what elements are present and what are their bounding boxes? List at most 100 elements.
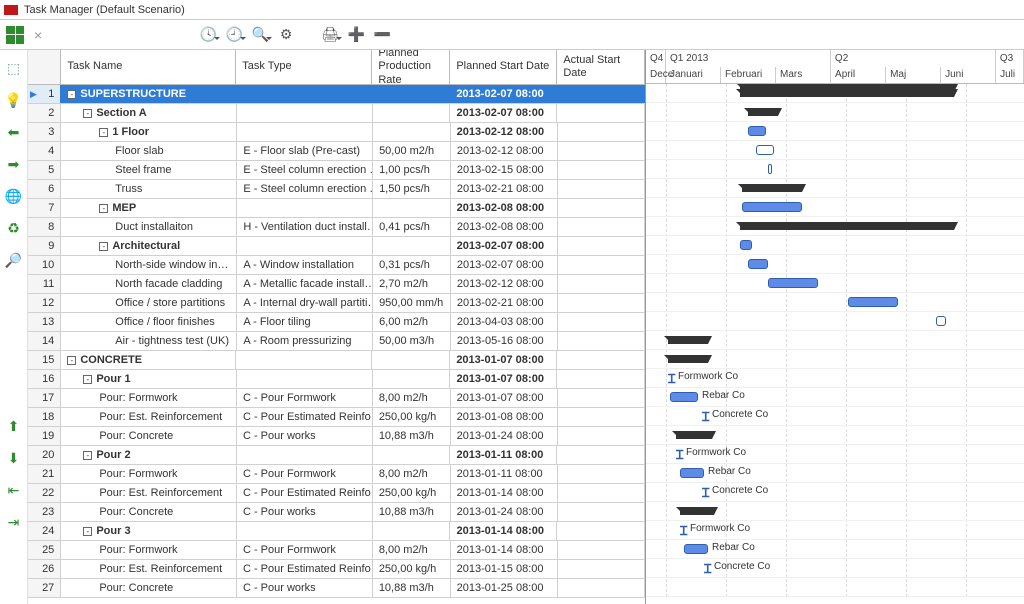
task-row[interactable]: 18Pour: Est. ReinforcementC - Pour Estim… xyxy=(28,408,645,427)
search-button[interactable]: 🔍 xyxy=(250,25,270,45)
tree-toggle-icon[interactable]: - xyxy=(99,242,108,251)
tree-toggle-icon[interactable]: - xyxy=(83,109,92,118)
milestone-tick[interactable]: Ꮖ xyxy=(704,562,712,577)
gantt-row[interactable]: ᏆFormwork Co xyxy=(646,369,1024,388)
summary-bar[interactable] xyxy=(748,108,778,116)
vtool-outdent-icon[interactable]: ⇤ xyxy=(4,480,24,500)
gantt-row[interactable]: Rebar Co xyxy=(646,388,1024,407)
task-row[interactable]: 21Pour: FormworkC - Pour Formwork8,00 m2… xyxy=(28,465,645,484)
task-row[interactable]: 12Office / store partitionsA - Internal … xyxy=(28,294,645,313)
col-header-start[interactable]: Planned Start Date xyxy=(450,50,557,84)
tree-toggle-icon[interactable]: - xyxy=(83,527,92,536)
gantt-row[interactable]: ᏆConcrete Co xyxy=(646,407,1024,426)
gantt-row[interactable] xyxy=(646,255,1024,274)
task-row[interactable]: 9-Architectural2013-02-07 08:00 xyxy=(28,237,645,256)
task-row[interactable]: 13Office / floor finishesA - Floor tilin… xyxy=(28,313,645,332)
tree-toggle-icon[interactable]: - xyxy=(83,375,92,384)
gantt-row[interactable]: Rebar Co xyxy=(646,540,1024,559)
gantt-row[interactable] xyxy=(646,84,1024,103)
vtool-light-icon[interactable]: 💡 xyxy=(4,90,24,110)
task-tree-button[interactable]: ⚙ xyxy=(276,25,296,45)
gantt-row[interactable] xyxy=(646,274,1024,293)
task-row[interactable]: 24-Pour 32013-01-14 08:00 xyxy=(28,522,645,541)
task-bar[interactable] xyxy=(670,392,698,402)
task-row[interactable]: 4Floor slabE - Floor slab (Pre-cast)50,0… xyxy=(28,142,645,161)
task-bar[interactable] xyxy=(680,468,704,478)
task-grid[interactable]: Task Name Task Type Planned Production R… xyxy=(28,50,646,604)
vtool-up-icon[interactable]: ⬆ xyxy=(4,416,24,436)
vtool-down-icon[interactable]: ⬇ xyxy=(4,448,24,468)
gantt-row[interactable] xyxy=(646,198,1024,217)
gantt-row[interactable] xyxy=(646,331,1024,350)
print-button[interactable]: 🖨 xyxy=(320,25,340,45)
summary-bar[interactable] xyxy=(740,222,954,230)
summary-bar[interactable] xyxy=(742,184,802,192)
clock-button[interactable]: 🕓 xyxy=(198,25,218,45)
gantt-row[interactable] xyxy=(646,293,1024,312)
gantt-row[interactable] xyxy=(646,179,1024,198)
milestone-tick[interactable]: Ꮖ xyxy=(702,410,710,425)
close-tab-icon[interactable]: × xyxy=(30,27,46,43)
summary-bar[interactable] xyxy=(680,507,714,515)
task-row[interactable]: 19Pour: ConcreteC - Pour works10,88 m3/h… xyxy=(28,427,645,446)
col-header-type[interactable]: Task Type xyxy=(236,50,372,84)
milestone-tick[interactable]: Ꮖ xyxy=(676,448,684,463)
col-header-row[interactable] xyxy=(28,50,61,84)
task-bar[interactable] xyxy=(740,240,752,250)
tree-toggle-icon[interactable]: - xyxy=(99,204,108,213)
gantt-chart[interactable]: Q4Q1 2013Q2Q3 DeceJanuariFebruariMarsApr… xyxy=(646,50,1024,604)
task-row[interactable]: 15-CONCRETE2013-01-07 08:00 xyxy=(28,351,645,370)
task-bar[interactable] xyxy=(848,297,898,307)
task-row[interactable]: 5Steel frameE - Steel column erection …1… xyxy=(28,161,645,180)
vtool-search-icon[interactable]: 🔎 xyxy=(4,250,24,270)
task-row[interactable]: 10North-side window in…A - Window instal… xyxy=(28,256,645,275)
view-grid-icon[interactable] xyxy=(6,26,24,44)
milestone-tick[interactable]: Ꮖ xyxy=(668,372,676,387)
task-row[interactable]: 11North facade claddingA - Metallic faca… xyxy=(28,275,645,294)
vtool-globe-icon[interactable]: 🌐 xyxy=(4,186,24,206)
task-row[interactable]: 26Pour: Est. ReinforcementC - Pour Estim… xyxy=(28,560,645,579)
task-bar[interactable] xyxy=(768,164,772,174)
summary-bar[interactable] xyxy=(668,355,708,363)
tree-toggle-icon[interactable]: - xyxy=(99,128,108,137)
gantt-row[interactable]: ᏆFormwork Co xyxy=(646,521,1024,540)
task-row[interactable]: 25Pour: FormworkC - Pour Formwork8,00 m2… xyxy=(28,541,645,560)
gantt-row[interactable]: ᏆConcrete Co xyxy=(646,559,1024,578)
vtool-indent-left[interactable]: ⬅ xyxy=(4,122,24,142)
task-bar[interactable] xyxy=(768,278,818,288)
add-task-button[interactable]: ➕ xyxy=(346,25,366,45)
task-bar[interactable] xyxy=(748,126,766,136)
vtool-indent-icon[interactable]: ⇥ xyxy=(4,512,24,532)
gantt-row[interactable] xyxy=(646,103,1024,122)
task-bar[interactable] xyxy=(684,544,708,554)
task-row[interactable]: 8Duct installaitonH - Ventilation duct i… xyxy=(28,218,645,237)
gantt-row[interactable] xyxy=(646,350,1024,369)
task-bar[interactable] xyxy=(756,145,774,155)
gantt-row[interactable] xyxy=(646,578,1024,597)
col-header-actual[interactable]: Actual Start Date xyxy=(557,50,645,84)
task-row[interactable]: 27Pour: ConcreteC - Pour works10,88 m3/h… xyxy=(28,579,645,598)
col-header-rate[interactable]: Planned Production Rate xyxy=(372,50,450,84)
gantt-row[interactable] xyxy=(646,312,1024,331)
gantt-row[interactable] xyxy=(646,426,1024,445)
tree-toggle-icon[interactable]: - xyxy=(67,356,76,365)
milestone-tick[interactable]: Ꮖ xyxy=(680,524,688,539)
milestone-tick[interactable]: Ꮖ xyxy=(702,486,710,501)
task-row[interactable]: 20-Pour 22013-01-11 08:00 xyxy=(28,446,645,465)
col-header-name[interactable]: Task Name xyxy=(61,50,236,84)
task-row[interactable]: 2-Section A2013-02-07 08:00 xyxy=(28,104,645,123)
gantt-row[interactable] xyxy=(646,160,1024,179)
remove-task-button[interactable]: ➖ xyxy=(372,25,392,45)
gantt-row[interactable] xyxy=(646,217,1024,236)
task-row[interactable]: 16-Pour 12013-01-07 08:00 xyxy=(28,370,645,389)
task-row[interactable]: 1▶-SUPERSTRUCTURE2013-02-07 08:00 xyxy=(28,85,645,104)
task-row[interactable]: 22Pour: Est. ReinforcementC - Pour Estim… xyxy=(28,484,645,503)
vtool-indent-right[interactable]: ➡ xyxy=(4,154,24,174)
summary-bar[interactable] xyxy=(676,431,712,439)
gantt-row[interactable] xyxy=(646,502,1024,521)
gantt-row[interactable]: Rebar Co xyxy=(646,464,1024,483)
task-row[interactable]: 23Pour: ConcreteC - Pour works10,88 m3/h… xyxy=(28,503,645,522)
gantt-row[interactable]: ᏆFormwork Co xyxy=(646,445,1024,464)
task-bar[interactable] xyxy=(936,316,946,326)
gantt-row[interactable] xyxy=(646,141,1024,160)
